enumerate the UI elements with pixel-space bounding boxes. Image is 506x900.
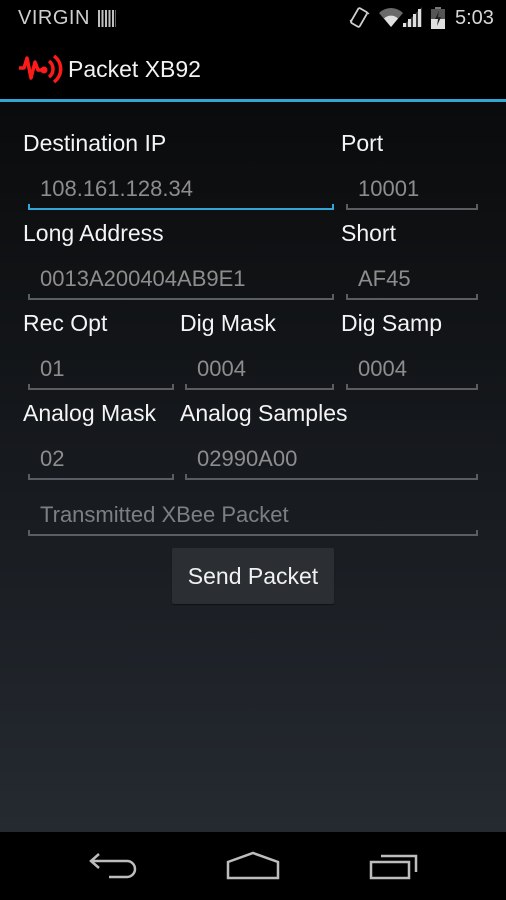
port-label: Port [341,130,384,156]
port-value: 10001 [358,176,420,201]
input-underline [28,204,334,210]
app-title: Packet XB92 [68,56,201,82]
clock: 5:03 [455,7,494,29]
input-underline [185,474,478,480]
input-underline [28,294,334,300]
destination-ip-input[interactable]: 108.161.128.34 [28,168,334,210]
input-underline [346,294,478,300]
signal-icon [402,7,422,27]
action-bar: Packet XB92 [0,36,506,99]
long-address-input[interactable]: 0013A200404AB9E1 [28,258,334,300]
long-address-label: Long Address [23,220,164,246]
long-address-value: 0013A200404AB9E1 [40,266,246,291]
short-input[interactable]: AF45 [346,258,478,300]
analog-samples-value: 02990A00 [197,446,298,471]
dig-mask-input[interactable]: 0004 [185,348,334,390]
input-underline [346,204,478,210]
short-label: Short [341,220,396,246]
dig-samp-value: 0004 [358,356,407,381]
status-bar: VIRGIN 5:03 [0,0,506,36]
input-underline [346,384,478,390]
input-underline [28,384,174,390]
recent-apps-button[interactable] [354,846,434,886]
carrier-name: VIRGIN [18,7,90,29]
analog-samples-input[interactable]: 02990A00 [185,438,478,480]
input-underline [28,474,174,480]
sim-card-icon [98,10,116,27]
port-input[interactable]: 10001 [346,168,478,210]
home-icon [226,851,280,880]
dig-samp-label: Dig Samp [341,310,442,336]
home-button[interactable] [213,846,293,886]
rec-opt-label: Rec Opt [23,310,108,336]
rec-opt-value: 01 [40,356,65,381]
send-packet-button[interactable]: Send Packet [172,548,334,604]
analog-mask-value: 02 [40,446,65,471]
dig-mask-value: 0004 [197,356,246,381]
recent-apps-icon [369,854,418,880]
dig-samp-input[interactable]: 0004 [346,348,478,390]
input-underline [185,384,334,390]
dig-mask-label: Dig Mask [180,310,276,336]
destination-ip-value: 108.161.128.34 [40,176,193,201]
back-button[interactable] [72,846,152,886]
analog-mask-input[interactable]: 02 [28,438,174,480]
analog-samples-label: Analog Samples [180,400,348,426]
packet-form: Destination IP Port 108.161.128.34 10001… [0,102,506,832]
input-underline [28,530,478,536]
transmitted-packet-placeholder: Transmitted XBee Packet [40,502,289,527]
short-value: AF45 [358,266,411,291]
rec-opt-input[interactable]: 01 [28,348,174,390]
analog-mask-label: Analog Mask [23,400,156,426]
vibrate-icon [349,7,370,28]
destination-ip-label: Destination IP [23,130,167,156]
battery-charging-icon [431,7,445,29]
transmitted-packet-input[interactable]: Transmitted XBee Packet [28,494,478,536]
pulse-signal-icon[interactable] [17,50,63,86]
back-icon [89,853,137,879]
navigation-bar [0,832,506,900]
